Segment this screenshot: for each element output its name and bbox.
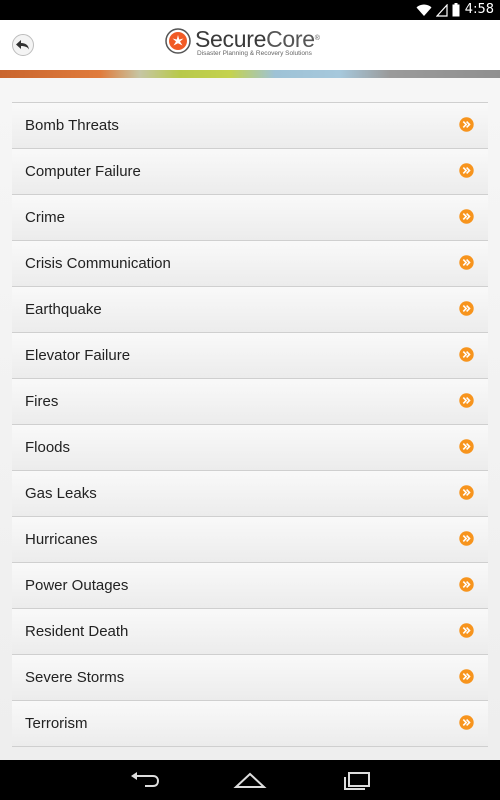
double-chevron-right-icon — [459, 255, 474, 270]
recents-nav-icon — [344, 772, 370, 790]
topic-label: Earthquake — [25, 301, 102, 318]
topic-label: Crime — [25, 209, 65, 226]
topic-label: Elevator Failure — [25, 347, 131, 364]
topic-list-item[interactable]: Computer Failure — [12, 149, 488, 195]
topic-label: Resident Death — [25, 623, 129, 640]
home-nav-icon — [233, 772, 267, 788]
securecore-logo: SecureCore® Disaster Planning & Recovery… — [165, 26, 320, 64]
back-nav-icon — [131, 772, 160, 787]
back-arrow-icon — [12, 34, 34, 56]
topic-list-item[interactable]: Hurricanes — [12, 517, 488, 563]
topic-list: Bomb Threats Computer Failure Crime Crisis … — [12, 102, 488, 747]
logo-tagline: Disaster Planning & Recovery Solutions — [197, 50, 312, 57]
topic-label: Floods — [25, 439, 71, 456]
topic-list-item[interactable]: Floods — [12, 425, 488, 471]
double-chevron-right-icon — [459, 163, 474, 178]
topic-label: Power Outages — [25, 577, 129, 594]
topic-list-item[interactable]: Power Outages — [12, 563, 488, 609]
double-chevron-right-icon — [459, 439, 474, 454]
navigation-bar — [0, 760, 500, 800]
topic-label: Computer Failure — [25, 163, 141, 180]
double-chevron-right-icon — [459, 347, 474, 362]
nav-home-button[interactable] — [233, 768, 267, 792]
topic-label: Hurricanes — [25, 531, 98, 548]
double-chevron-right-icon — [459, 577, 474, 592]
topic-list-item[interactable]: Gas Leaks — [12, 471, 488, 517]
status-icons — [416, 3, 460, 17]
header-banner — [0, 70, 500, 78]
wifi-icon — [416, 4, 432, 16]
status-time: 4:58 — [464, 2, 494, 17]
double-chevron-right-icon — [459, 531, 474, 546]
topic-list-item[interactable]: Earthquake — [12, 287, 488, 333]
topic-label: Severe Storms — [25, 669, 125, 686]
double-chevron-right-icon — [459, 623, 474, 638]
nav-back-button[interactable] — [127, 768, 161, 792]
nav-recents-button[interactable] — [340, 768, 374, 792]
topic-list-item[interactable]: Crisis Communication — [12, 241, 488, 287]
double-chevron-right-icon — [459, 715, 474, 730]
topic-label: Terrorism — [25, 715, 88, 732]
topic-label: Fires — [25, 393, 59, 410]
topic-label: Gas Leaks — [25, 485, 97, 502]
topic-list-item[interactable]: Resident Death — [12, 609, 488, 655]
double-chevron-right-icon — [459, 209, 474, 224]
logo-mark-icon — [165, 28, 191, 54]
topic-list-item[interactable]: Crime — [12, 195, 488, 241]
topic-list-item[interactable]: Bomb Threats — [12, 103, 488, 149]
double-chevron-right-icon — [459, 393, 474, 408]
app-header: SecureCore® Disaster Planning & Recovery… — [0, 20, 500, 70]
double-chevron-right-icon — [459, 301, 474, 316]
back-button[interactable] — [11, 33, 35, 57]
status-bar: 4:58 — [0, 0, 500, 20]
topic-list-item[interactable]: Severe Storms — [12, 655, 488, 701]
signal-icon — [436, 3, 448, 17]
battery-icon — [452, 3, 460, 17]
double-chevron-right-icon — [459, 485, 474, 500]
topic-list-container: Bomb Threats Computer Failure Crime Crisis … — [0, 78, 500, 760]
topic-list-item[interactable]: Terrorism — [12, 701, 488, 747]
topic-list-item[interactable]: Elevator Failure — [12, 333, 488, 379]
topic-list-item[interactable]: Fires — [12, 379, 488, 425]
topic-label: Bomb Threats — [25, 117, 119, 134]
double-chevron-right-icon — [459, 117, 474, 132]
logo-name: SecureCore® — [195, 26, 320, 52]
topic-label: Crisis Communication — [25, 255, 171, 272]
double-chevron-right-icon — [459, 669, 474, 684]
